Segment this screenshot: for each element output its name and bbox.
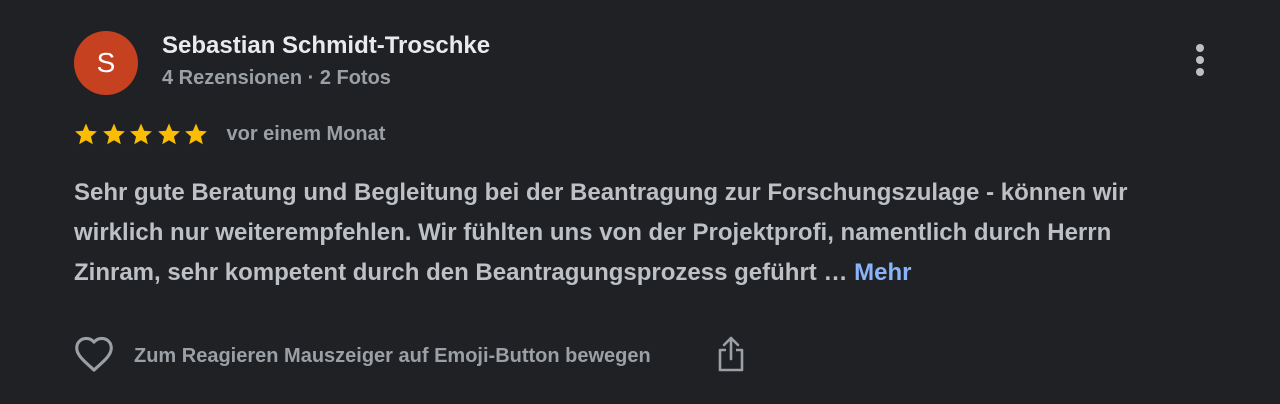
- star-icon: [185, 123, 207, 145]
- more-link[interactable]: Mehr: [854, 259, 911, 286]
- star-icon: [157, 123, 180, 145]
- react-hint: Zum Reagieren Mauszeiger auf Emoji-Butto…: [134, 344, 651, 367]
- rating-row: vor einem Monat: [74, 119, 385, 149]
- heart-outline-icon: [73, 335, 115, 378]
- review-text-line: Sehr gute Beratung und Begleitung bei de…: [74, 179, 1128, 206]
- share-icon: [716, 335, 746, 378]
- avatar[interactable]: S: [74, 31, 138, 95]
- star-icon: [75, 123, 97, 145]
- review-text-line-end: Zinram, sehr kompetent durch den Beantra…: [74, 259, 848, 286]
- avatar-letter: S: [96, 47, 116, 78]
- share-button[interactable]: [709, 334, 753, 378]
- review-text-line: Zinram, sehr kompetent durch den Beantra…: [74, 253, 1224, 293]
- reviewer-name[interactable]: Sebastian Schmidt-Troschke: [162, 32, 490, 60]
- star-icon: [130, 123, 152, 145]
- review-text: Sehr gute Beratung und Begleitung bei de…: [74, 173, 1224, 293]
- review-date: vor einem Monat: [226, 122, 386, 145]
- reviewer-meta: 4 Rezensionen · 2 Fotos: [162, 67, 391, 89]
- vertical-dots-icon: [1195, 43, 1205, 82]
- star-rating: [74, 122, 212, 146]
- star-icon: [102, 123, 125, 145]
- review-actions: Zum Reagieren Mauszeiger auf Emoji-Butto…: [72, 334, 753, 378]
- react-button[interactable]: [72, 334, 116, 378]
- more-options-button[interactable]: [1180, 42, 1220, 82]
- review-text-line: wirklich nur weiterempfehlen. Wir fühlte…: [74, 219, 1112, 246]
